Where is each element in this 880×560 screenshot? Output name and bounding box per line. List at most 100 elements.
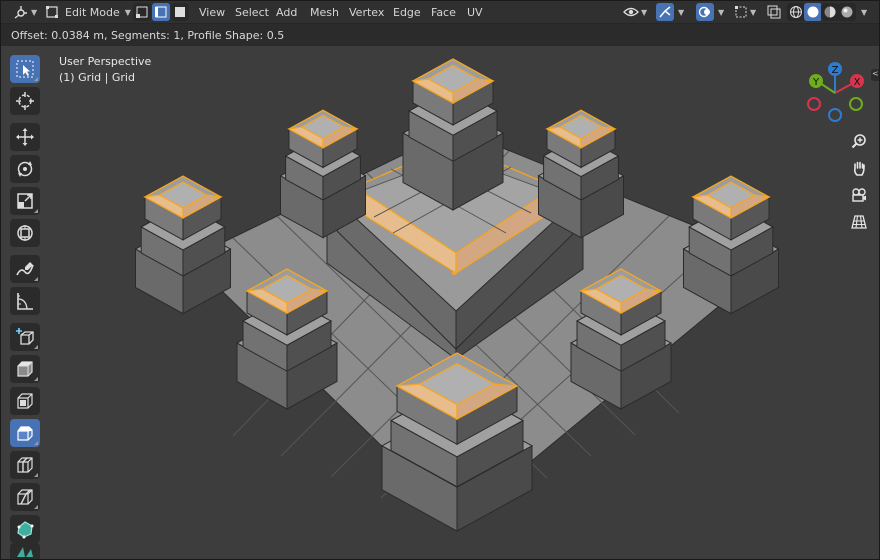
knife-tool[interactable] [10, 483, 40, 511]
menu-mesh[interactable]: Mesh [310, 1, 339, 23]
menu-vertex[interactable]: Vertex [349, 1, 384, 23]
visibility-dropdown[interactable]: ▼ [623, 1, 647, 23]
overlay-toggle-button[interactable] [696, 3, 714, 21]
last-operation-text: Offset: 0.0384 m, Segments: 1, Profile S… [11, 28, 285, 42]
perspective-label: User Perspective [59, 55, 152, 68]
mode-label: Edit Mode [65, 5, 120, 19]
menu-add[interactable]: Add [276, 1, 297, 23]
measure-tool[interactable] [10, 287, 40, 315]
sidebar-toggle[interactable]: < [871, 69, 879, 81]
gizmo-toggle-button[interactable] [656, 3, 674, 21]
transform-tool[interactable] [10, 219, 40, 247]
menu-edge[interactable]: Edge [393, 1, 421, 23]
rotate-tool[interactable] [10, 155, 40, 183]
mesh-render [134, 58, 780, 532]
gizmo-neg-y[interactable] [849, 97, 863, 111]
mesh-edit-overlay-dropdown[interactable]: ▼ [734, 1, 756, 23]
projection-toggle-button[interactable] [847, 210, 871, 234]
edge-select-button[interactable] [152, 3, 170, 21]
gizmo-x-label: X [854, 77, 861, 88]
navigation-gizmo[interactable]: Z X Y [800, 57, 870, 127]
loop-cut-tool[interactable] [10, 451, 40, 479]
vertex-select-button[interactable] [133, 3, 151, 21]
mode-dropdown[interactable]: Edit Mode ▼ [45, 1, 131, 23]
inset-tool[interactable] [10, 387, 40, 415]
menu-face[interactable]: Face [431, 1, 456, 23]
cursor-icon [16, 92, 34, 110]
transform-icon [17, 225, 33, 241]
shading-rendered-button[interactable] [838, 3, 856, 21]
gizmo-icon [659, 6, 671, 18]
annotate-tool[interactable] [10, 255, 40, 283]
gizmo-neg-z[interactable] [828, 108, 842, 122]
spin-tool[interactable] [10, 543, 40, 559]
chevron-left-icon: < [872, 69, 879, 78]
blender-window: ▼ Edit Mode ▼ View Select Add Mesh Verte… [0, 0, 880, 560]
select-box-icon [16, 60, 34, 78]
chevron-down-icon: ▼ [31, 7, 38, 17]
pillar-block-north [401, 58, 505, 211]
bevel-icon [17, 426, 33, 441]
pillar-block-sw [235, 268, 339, 410]
editor-type-icon [14, 6, 27, 19]
chevron-down-icon: ▼ [124, 7, 131, 17]
pillar-block-w [134, 175, 232, 315]
menu-view[interactable]: View [199, 1, 225, 23]
shading-material-button[interactable] [821, 3, 839, 21]
tool-variant-indicator [34, 505, 38, 509]
gizmo-dropdown[interactable]: ▼ [676, 1, 684, 23]
rotate-icon [17, 161, 33, 177]
menu-uv[interactable]: UV [467, 1, 483, 23]
tool-variant-indicator [34, 473, 38, 477]
xray-toggle-button[interactable] [765, 3, 783, 21]
overlay-dropdown[interactable]: ▼ [716, 1, 724, 23]
poly-build-icon [17, 521, 34, 539]
face-select-icon [175, 7, 185, 17]
tool-variant-indicator [34, 345, 38, 349]
menu-select[interactable]: Select [235, 1, 269, 23]
poly-build-tool[interactable] [10, 515, 40, 543]
tool-variant-indicator [34, 441, 38, 445]
chevron-down-icon: ▼ [678, 7, 685, 17]
shading-solid-button[interactable] [804, 3, 822, 21]
select-box-tool[interactable] [10, 55, 40, 83]
editor-type-button[interactable]: ▼ [13, 1, 37, 23]
tool-variant-indicator [34, 277, 38, 281]
shading-wireframe-button[interactable] [787, 3, 805, 21]
zoom-button[interactable] [847, 129, 871, 153]
move-tool[interactable] [10, 123, 40, 151]
cursor-tool[interactable] [10, 87, 40, 115]
pan-button[interactable] [847, 156, 871, 180]
viewport-header: ▼ Edit Mode ▼ View Select Add Mesh Verte… [1, 1, 879, 24]
chevron-down-icon: ▼ [861, 7, 868, 17]
extrude-tool[interactable] [10, 355, 40, 383]
zoom-icon [851, 134, 866, 149]
edit-mode-icon [46, 6, 58, 18]
3d-viewport[interactable]: User Perspective (1) Grid | Grid Z X Y < [45, 47, 879, 559]
tool-shelf [1, 47, 45, 559]
gizmo-y-label: Y [812, 77, 820, 88]
xray-icon [767, 5, 781, 19]
tool-variant-indicator [34, 377, 38, 381]
vertex-select-icon [136, 6, 148, 18]
camera-view-button[interactable] [847, 183, 871, 207]
shading-dropdown[interactable]: ▼ [859, 1, 867, 23]
chevron-down-icon: ▼ [750, 7, 757, 17]
object-label: (1) Grid | Grid [59, 71, 135, 84]
pillar-block-nw [279, 109, 367, 239]
material-shading-icon [824, 6, 836, 18]
rendered-shading-icon [841, 6, 853, 18]
chevron-down-icon: ▼ [718, 7, 725, 17]
solid-shading-icon [807, 6, 819, 18]
face-select-button[interactable] [171, 3, 189, 21]
loop-cut-icon [17, 457, 33, 473]
add-cube-tool[interactable] [10, 323, 40, 351]
gizmo-neg-x[interactable] [807, 97, 821, 111]
tool-variant-indicator [34, 77, 38, 81]
pillar-block-e [682, 175, 780, 315]
scale-tool[interactable] [10, 187, 40, 215]
eye-icon [623, 7, 639, 17]
camera-icon [852, 188, 866, 202]
last-operation-panel[interactable]: Offset: 0.0384 m, Segments: 1, Profile S… [1, 24, 879, 46]
bevel-tool[interactable] [10, 419, 40, 447]
